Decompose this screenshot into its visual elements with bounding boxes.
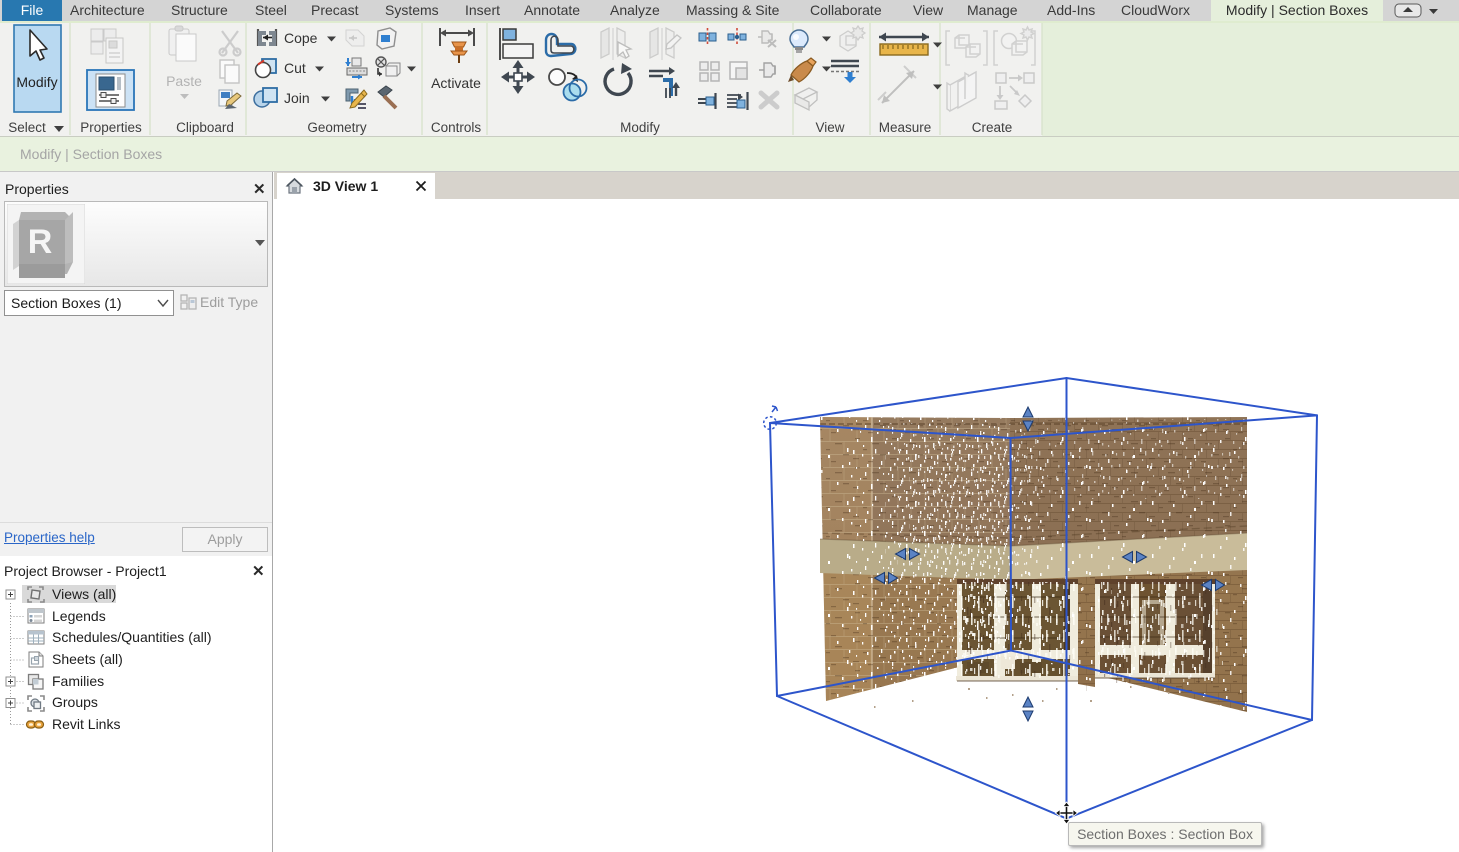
svg-text:Modify: Modify <box>620 120 660 135</box>
svg-text:Cope: Cope <box>284 30 318 46</box>
svg-text:Join: Join <box>284 90 310 106</box>
svg-text:Create: Create <box>972 120 1013 135</box>
svg-text:R: R <box>28 223 53 261</box>
svg-text:Activate: Activate <box>431 75 481 91</box>
svg-text:View: View <box>815 120 844 135</box>
svg-text:Modify: Modify <box>16 74 57 90</box>
svg-text:Paste: Paste <box>166 73 202 89</box>
svg-text:Geometry: Geometry <box>307 120 367 135</box>
svg-text:Measure: Measure <box>879 120 932 135</box>
svg-text:Properties: Properties <box>80 120 142 135</box>
svg-text:Cut: Cut <box>284 60 306 76</box>
svg-text:Clipboard: Clipboard <box>176 120 234 135</box>
svg-text:Controls: Controls <box>431 120 482 135</box>
svg-text:Select: Select <box>8 120 46 135</box>
